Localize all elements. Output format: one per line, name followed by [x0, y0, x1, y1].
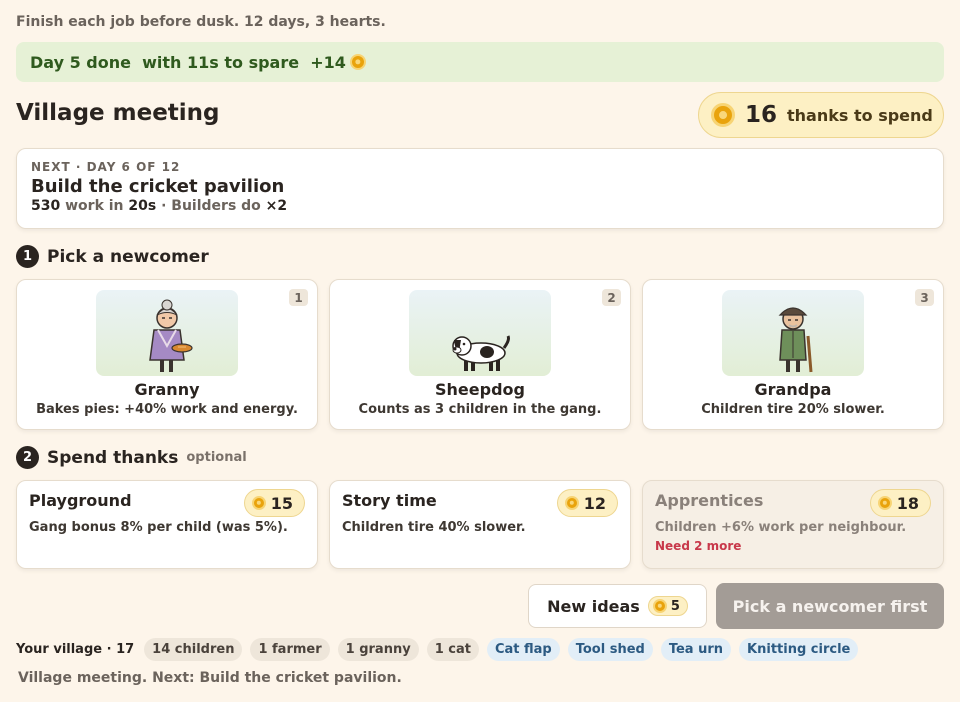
next-job-meta: 530 work in 20s · Builders do ×2 [31, 198, 929, 214]
work-label: work in [60, 198, 129, 214]
sheepdog-portrait [409, 290, 551, 376]
thanks-coin-icon [877, 496, 892, 510]
next-job-title: Build the cricket pavilion [31, 176, 285, 197]
upgrade-desc: Children +6% work per neighbour. [655, 520, 907, 535]
thanks-count: 16 [745, 102, 778, 128]
builders-label: · Builders do [156, 198, 266, 214]
page-title: Village meeting [16, 100, 220, 126]
intro-text: Finish each job before dusk. 12 days, 3 … [16, 14, 386, 30]
newcomer-card-sheepdog[interactable]: 2 Sheepdog Counts as 3 children in the g… [329, 279, 631, 430]
thanks-coin-icon [564, 496, 579, 510]
newcomer-card-grandpa[interactable]: 3 Grandpa Children tire 20% slower. [642, 279, 944, 430]
upgrade-cost: 18 [869, 489, 931, 517]
day-result-banner: Day 5 done with 11s to spare +14 [16, 42, 944, 82]
thanks-coin-icon [251, 496, 266, 510]
next-job-card: NEXT · DAY 6 OF 12 Build the cricket pav… [16, 148, 944, 229]
grandpa-icon [778, 307, 813, 373]
new-ideas-cost-value: 5 [670, 598, 680, 614]
new-ideas-button[interactable]: New ideas 5 [528, 584, 707, 628]
step-number: 2 [16, 446, 39, 469]
hotkey-badge: 1 [289, 289, 308, 306]
upgrade-need-warning: Need 2 more [655, 539, 742, 553]
step-number: 1 [16, 245, 39, 268]
hotkey-badge: 3 [915, 289, 934, 306]
thanks-coin-icon [349, 54, 366, 70]
newcomer-desc: Counts as 3 children in the gang. [358, 402, 602, 417]
village-summary: Your village · 17 14 children 1 farmer 1… [16, 638, 859, 661]
newcomer-name: Grandpa [754, 380, 832, 399]
village-member-chip: 1 cat [426, 638, 479, 661]
village-label: Your village · 17 [16, 642, 135, 657]
upgrade-desc: Gang bonus 8% per child (was 5%). [29, 520, 288, 535]
village-perk-chip: Cat flap [486, 638, 560, 661]
newcomer-name: Sheepdog [435, 380, 525, 399]
upgrade-cost-value: 15 [270, 493, 293, 513]
upgrade-cost: 15 [243, 489, 305, 517]
status-line: Village meeting. Next: Build the cricket… [18, 670, 402, 686]
next-job-kicker: NEXT · DAY 6 OF 12 [31, 160, 181, 174]
day-result-text: Day 5 done with 11s to spare +14 [30, 52, 346, 72]
section-title: Spend thanks [47, 447, 179, 468]
village-perk-chip: Knitting circle [739, 638, 859, 661]
sheepdog-icon [452, 335, 510, 371]
thanks-label: thanks to spend [787, 105, 933, 125]
village-member-chip: 14 children [144, 638, 243, 661]
granny-icon [149, 299, 193, 372]
optional-tag: optional [186, 450, 247, 465]
grandpa-portrait [722, 290, 864, 376]
builders-multiplier: ×2 [265, 198, 288, 214]
new-ideas-label: New ideas [547, 596, 640, 616]
upgrade-cost: 12 [556, 489, 618, 517]
work-amount: 530 [31, 198, 61, 214]
hotkey-badge: 2 [602, 289, 621, 306]
section-spend-thanks: 2 Spend thanks optional [16, 446, 247, 469]
village-perk-chip: Tea urn [660, 638, 732, 661]
thanks-coin-icon [652, 599, 667, 613]
upgrade-card-playground[interactable]: Playground 15 Gang bonus 8% per child (w… [16, 480, 318, 569]
upgrade-cost-value: 18 [896, 493, 919, 513]
upgrade-desc: Children tire 40% slower. [342, 520, 526, 535]
upgrade-card-apprentices: Apprentices 18 Children +6% work per nei… [642, 480, 944, 569]
upgrade-card-story-time[interactable]: Story time 12 Children tire 40% slower. [329, 480, 631, 569]
section-title: Pick a newcomer [47, 246, 209, 267]
upgrade-cost-value: 12 [583, 493, 606, 513]
pick-newcomer-button[interactable]: Pick a newcomer first [716, 583, 944, 629]
village-member-chip: 1 farmer [250, 638, 330, 661]
new-ideas-cost: 5 [647, 596, 688, 616]
granny-portrait [96, 290, 238, 376]
thanks-balance: 16 thanks to spend [698, 92, 944, 138]
time-limit: 20s [128, 198, 157, 214]
newcomer-desc: Children tire 20% slower. [701, 402, 885, 417]
newcomer-desc: Bakes pies: +40% work and energy. [36, 402, 298, 417]
newcomer-card-granny[interactable]: 1 Granny Bakes pies: +40% work and energ… [16, 279, 318, 430]
section-pick-newcomer: 1 Pick a newcomer [16, 245, 209, 268]
village-perk-chip: Tool shed [567, 638, 653, 661]
village-member-chip: 1 granny [337, 638, 419, 661]
newcomer-name: Granny [134, 380, 200, 399]
thanks-coin-icon [711, 103, 735, 127]
